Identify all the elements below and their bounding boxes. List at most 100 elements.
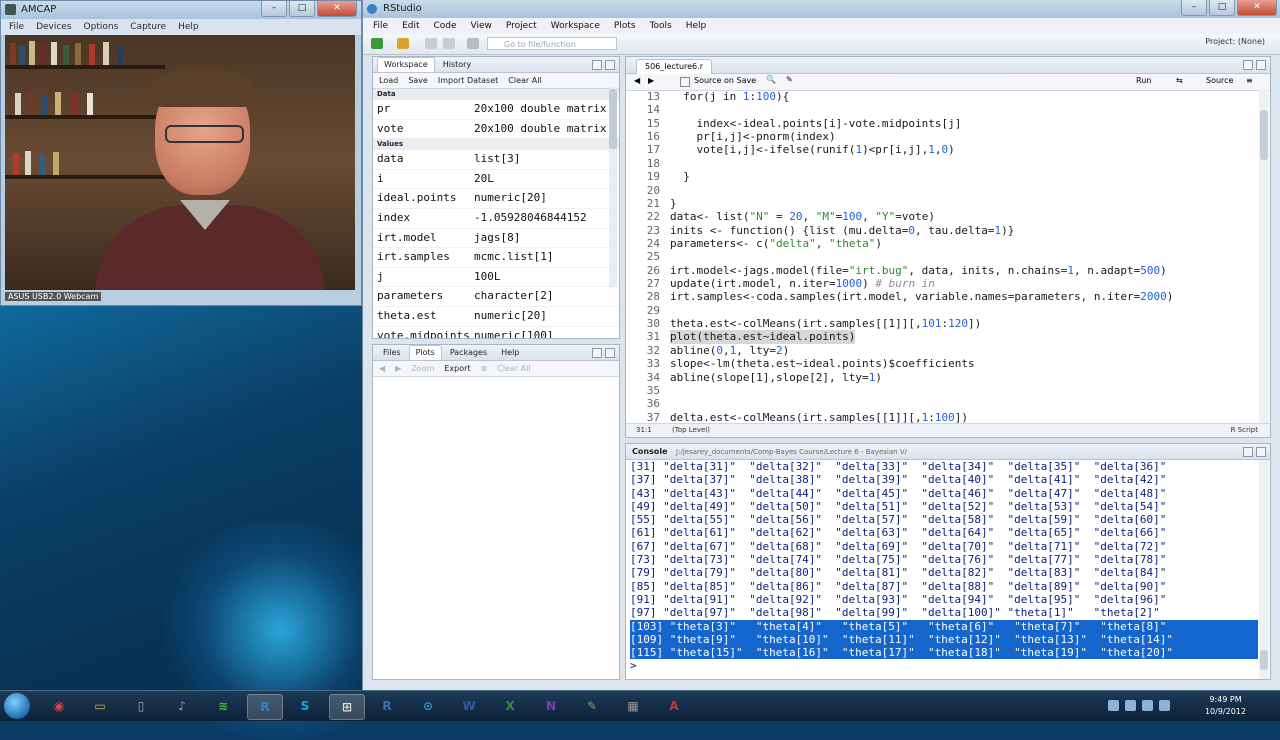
word-icon[interactable]: W — [452, 694, 486, 718]
workspace-row[interactable]: vote 20x100 double matrix — [373, 120, 619, 140]
save-icon[interactable] — [425, 38, 437, 49]
start-button[interactable] — [4, 693, 30, 719]
itunes-icon[interactable]: ⊙ — [411, 694, 445, 718]
workspace-row[interactable]: irt.model jags[8] — [373, 229, 619, 249]
code-line[interactable]: 33 slope<-lm(theta.est~ideal.points)$coef… — [626, 357, 1258, 370]
minimize-button[interactable]: – — [261, 1, 287, 17]
r-icon[interactable]: R — [370, 694, 404, 718]
code-line[interactable]: 23 inits <- function() {list (mu.delta=0,… — [626, 224, 1258, 237]
chrome-icon[interactable]: ◉ — [42, 694, 76, 718]
code-line[interactable]: 32 abline(0,1, lty=2) — [626, 344, 1258, 357]
editor-icon[interactable]: ✎ — [575, 694, 609, 718]
code-line[interactable]: 35 — [626, 384, 1258, 397]
minimize-button[interactable]: – — [1181, 0, 1207, 16]
search-icon[interactable]: 🔍 — [766, 75, 776, 84]
rstudio-icon[interactable]: R — [247, 694, 283, 720]
code-line[interactable]: 21} — [626, 197, 1258, 210]
tab-files[interactable]: Files — [377, 346, 407, 360]
maximize-pane-icon[interactable] — [605, 60, 615, 70]
code-line[interactable]: 31 plot(theta.est~ideal.points) — [626, 330, 1258, 344]
code-line[interactable]: 25 — [626, 250, 1258, 263]
scope-indicator[interactable]: (Top Level) — [672, 424, 710, 437]
volume-icon[interactable] — [1159, 700, 1170, 711]
workspace-row[interactable]: irt.samples mcmc.list[1] — [373, 248, 619, 268]
code-line[interactable]: 24 parameters<- c("delta", "theta") — [626, 237, 1258, 250]
tab-help[interactable]: Help — [495, 346, 525, 360]
wand-icon[interactable]: ✎ — [786, 75, 793, 84]
menu-project[interactable]: Project — [506, 18, 537, 34]
menu-plots[interactable]: Plots — [614, 18, 636, 34]
amcap-titlebar[interactable]: AMCAP – □ ✕ — [1, 1, 361, 19]
amcap-menu-file[interactable]: File — [9, 19, 24, 35]
media-icon[interactable]: ♪ — [165, 694, 199, 718]
options-icon[interactable]: ≡ — [1246, 76, 1253, 85]
maximize-pane-icon[interactable] — [605, 348, 615, 358]
forward-arrow-icon[interactable]: ▶ — [395, 364, 401, 373]
amcap-menu-devices[interactable]: Devices — [36, 19, 71, 35]
load-button[interactable]: Load — [379, 76, 398, 85]
network-icon[interactable] — [1142, 700, 1153, 711]
code-line[interactable]: 17 vote[i,j]<-ifelse(runif(1)<pr[i,j],1,… — [626, 143, 1258, 156]
workspace-row[interactable]: vote.midpoints numeric[100] — [373, 327, 619, 338]
onenote-icon[interactable]: N — [534, 694, 568, 718]
rstudio-titlebar[interactable]: RStudio – □ ✕ — [363, 0, 1280, 18]
code-line[interactable]: 27 update(irt.model, n.iter=1000) # burn … — [626, 277, 1258, 290]
amcap-menu-options[interactable]: Options — [84, 19, 119, 35]
windows-icon[interactable]: ⊞ — [329, 694, 365, 720]
menu-file[interactable]: File — [373, 18, 388, 34]
export-button[interactable]: Export — [444, 364, 470, 373]
code-line[interactable]: 34 abline(slope[1],slope[2], lty=1) — [626, 371, 1258, 384]
code-line[interactable]: 15 index<-ideal.points[i]-vote.midpoints… — [626, 117, 1258, 130]
project-menu[interactable]: Project: (None) — [1205, 37, 1265, 46]
forward-arrow-icon[interactable]: ▶ — [648, 76, 654, 85]
menu-help[interactable]: Help — [686, 18, 707, 34]
excel-icon[interactable]: X — [493, 694, 527, 718]
tray-icon[interactable] — [1108, 700, 1119, 711]
print-icon[interactable] — [467, 38, 479, 49]
amcap-menu-help[interactable]: Help — [178, 19, 199, 35]
workspace-row[interactable]: ideal.points numeric[20] — [373, 189, 619, 209]
menu-view[interactable]: View — [471, 18, 492, 34]
code-line[interactable]: 14 — [626, 103, 1258, 116]
maximize-pane-icon[interactable] — [1256, 447, 1266, 457]
editor-tab[interactable]: 506_lecture6.r — [636, 59, 712, 74]
console-scrollbar[interactable] — [1259, 460, 1269, 679]
clock[interactable]: 9:49 PM 10/9/2012 — [1205, 694, 1246, 718]
workspace-row[interactable]: pr 20x100 double matrix — [373, 100, 619, 120]
code-editor[interactable]: 13 for(j in 1:100){14 15 index<-ideal.poi… — [626, 90, 1258, 424]
new-file-icon[interactable] — [371, 38, 383, 49]
back-arrow-icon[interactable]: ◀ — [634, 76, 640, 85]
zoom-button[interactable]: Zoom — [411, 364, 434, 373]
minimize-pane-icon[interactable] — [592, 348, 602, 358]
console-output[interactable]: [31] "delta[31]" "delta[32]" "delta[33]"… — [626, 460, 1258, 679]
menu-code[interactable]: Code — [434, 18, 457, 34]
back-arrow-icon[interactable]: ◀ — [379, 364, 385, 373]
code-line[interactable]: 36 — [626, 397, 1258, 410]
code-line[interactable]: 19 } — [626, 170, 1258, 183]
workspace-row[interactable]: theta.est numeric[20] — [373, 307, 619, 327]
tab-history[interactable]: History — [437, 58, 477, 72]
amcap-menu-capture[interactable]: Capture — [130, 19, 166, 35]
code-line[interactable]: 30 theta.est<-colMeans(irt.samples[[1]][,… — [626, 317, 1258, 330]
close-button[interactable]: ✕ — [1237, 0, 1277, 16]
code-line[interactable]: 18 — [626, 157, 1258, 170]
maximize-button[interactable]: □ — [1209, 0, 1235, 16]
source-button[interactable]: Source — [1206, 76, 1233, 85]
code-line[interactable]: 28 irt.samples<-coda.samples(irt.model, v… — [626, 290, 1258, 303]
run-button[interactable]: Run — [1136, 76, 1151, 85]
import-dataset-button[interactable]: Import Dataset — [438, 76, 498, 85]
clear-all-button[interactable]: Clear All — [508, 76, 541, 85]
rerun-icon[interactable]: ⇆ — [1176, 76, 1183, 85]
workspace-scrollbar[interactable] — [609, 87, 617, 287]
code-line[interactable]: 22 data<- list("N" = 20, "M"=100, "Y"=vot… — [626, 210, 1258, 223]
maximize-pane-icon[interactable] — [1256, 60, 1266, 70]
folder-icon[interactable]: ▭ — [83, 694, 117, 718]
remove-plot-icon[interactable]: ⊗ — [481, 364, 488, 373]
tab-packages[interactable]: Packages — [444, 346, 493, 360]
minimize-pane-icon[interactable] — [1243, 60, 1253, 70]
working-directory[interactable]: J:/jesarey_documents/Comp-Bayes Course/L… — [676, 448, 907, 456]
source-on-save-checkbox[interactable] — [680, 77, 690, 87]
clear-all-plots-button[interactable]: Clear All — [497, 364, 530, 373]
menu-tools[interactable]: Tools — [650, 18, 672, 34]
workspace-row[interactable]: j 100L — [373, 268, 619, 288]
